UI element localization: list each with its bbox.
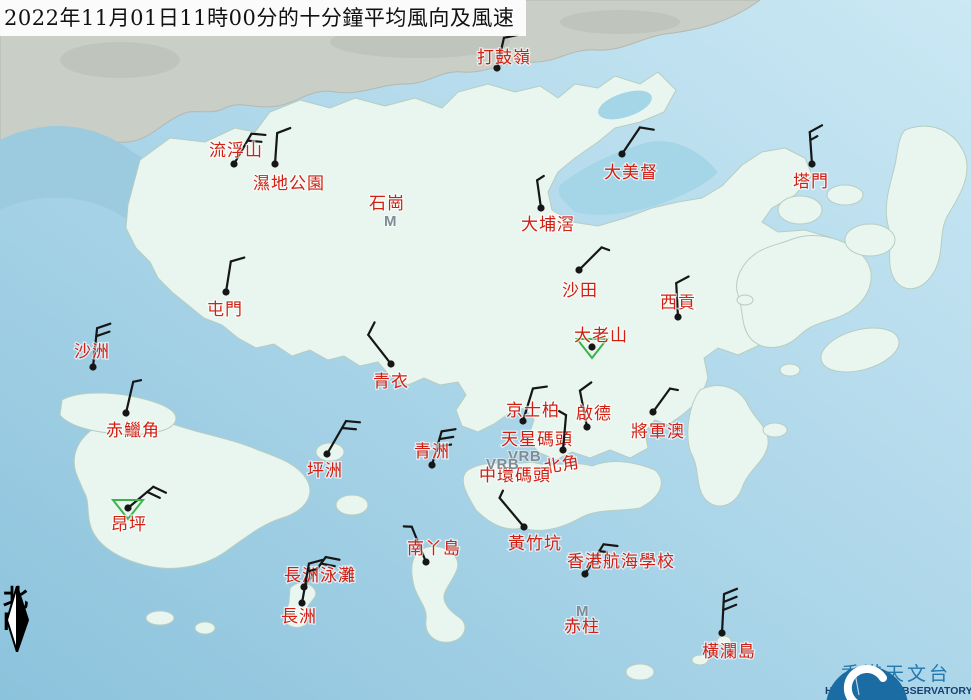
station-dot: [122, 409, 129, 416]
hko-logo: 香港天文台 HONG KONG OBSERVATORY: [825, 665, 967, 698]
station-extra: M: [576, 603, 589, 620]
station-label: 坪洲: [307, 461, 343, 481]
station-dot: [808, 160, 815, 167]
station-label: 黃竹坑: [508, 534, 562, 554]
station-dot: [674, 313, 681, 320]
station-label: 濕地公園: [253, 174, 325, 194]
station-label: 沙洲: [74, 342, 110, 362]
wind-barb-feather: [670, 389, 678, 391]
station-label: 京士柏: [506, 401, 560, 421]
station-label: 長洲: [281, 607, 317, 627]
wind-barb-feather: [342, 428, 356, 429]
hong-kong-map: 打鼓嶺流浮山濕地公園石崗M大美督塔門大埔滘沙田屯門西貢沙洲大老山青衣赤鱲角京士柏…: [0, 0, 971, 700]
station-label: 青衣: [373, 372, 409, 392]
station-dot: [422, 558, 429, 565]
station-label: 長洲泳灘: [284, 566, 356, 586]
wind-map-screenshot: 打鼓嶺流浮山濕地公園石崗M大美督塔門大埔滘沙田屯門西貢沙洲大老山青衣赤鱲角京士柏…: [0, 0, 971, 700]
wind-barb-feather: [346, 421, 360, 422]
map-title: 2022年11月01日11時00分的十分鐘平均風向及風速: [0, 0, 526, 36]
station-dot: [124, 504, 131, 511]
station-label: 西貢: [660, 293, 696, 313]
station-dot: [583, 423, 590, 430]
station-label: 青洲: [414, 442, 450, 462]
station-dot: [618, 150, 625, 157]
station-label: 赤柱: [564, 617, 600, 637]
station-extra: M: [384, 213, 397, 230]
station-label: 南丫島: [407, 539, 461, 559]
station-label: 石崗: [369, 194, 405, 214]
compass-needle-icon: [3, 586, 31, 652]
station-dot: [718, 629, 725, 636]
station-dot: [222, 288, 229, 295]
station-label: 沙田: [562, 281, 598, 301]
station-label: 塔門: [793, 172, 829, 192]
station-label: 屯門: [207, 300, 243, 320]
station-dot: [387, 360, 394, 367]
station-dot: [323, 450, 330, 457]
station-label: 昂坪: [111, 515, 147, 535]
station-dot: [298, 599, 305, 606]
station-label: 香港航海學校: [567, 552, 675, 572]
station-dot: [559, 446, 566, 453]
station-label: 大老山: [574, 326, 628, 346]
station-label: 打鼓嶺: [477, 48, 531, 68]
station-label: 大美督: [604, 163, 658, 183]
station-extra: VRB: [486, 456, 519, 473]
station-dot: [537, 204, 544, 211]
station-dot: [428, 461, 435, 468]
station-label: 將軍澳: [631, 422, 685, 442]
station-dot: [230, 160, 237, 167]
station-dot: [520, 523, 527, 530]
station-dot: [89, 363, 96, 370]
station-label: 大埔滘: [521, 215, 575, 235]
station-dot: [575, 266, 582, 273]
station-dot: [649, 408, 656, 415]
north-compass: 北 N: [3, 586, 37, 634]
station-label: 橫瀾島: [702, 642, 756, 662]
station-label: 流浮山: [209, 141, 263, 161]
hko-logo-icon: [825, 665, 909, 700]
wind-barb-feather: [252, 134, 266, 135]
station-label: 啟德: [576, 404, 612, 424]
station-dot: [271, 160, 278, 167]
station-label: 赤鱲角: [106, 421, 160, 441]
